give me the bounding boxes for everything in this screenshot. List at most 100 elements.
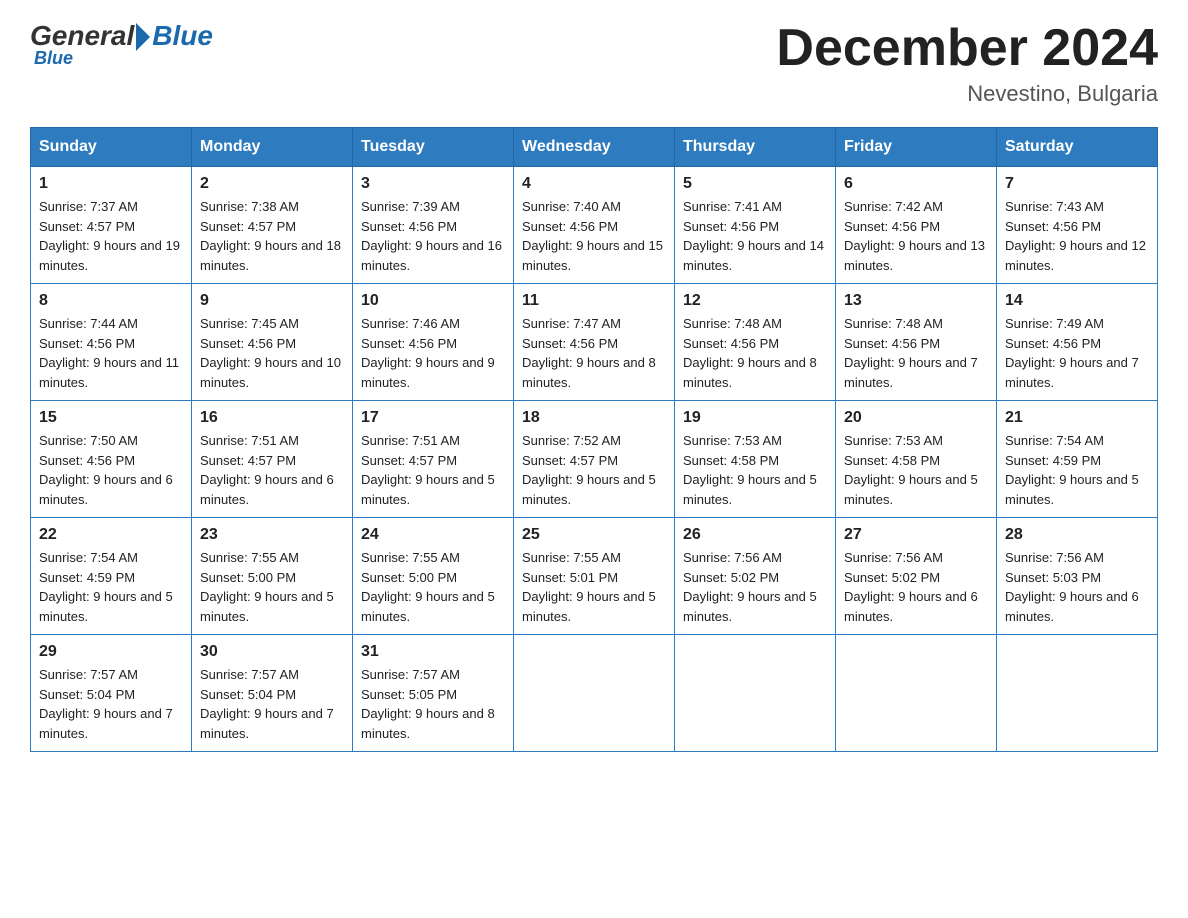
day-number: 14 [1005, 292, 1149, 310]
day-number: 10 [361, 292, 505, 310]
calendar-cell: 30 Sunrise: 7:57 AMSunset: 5:04 PMDayligh… [192, 635, 353, 752]
calendar-cell: 26Sunrise: 7:56 AMSunset: 5:02 PMDayligh… [675, 518, 836, 635]
day-info: Sunrise: 7:39 AMSunset: 4:56 PMDaylight:… [361, 197, 505, 275]
day-info: Sunrise: 7:48 AMSunset: 4:56 PMDaylight:… [844, 314, 988, 392]
day-info: Sunrise: 7:51 AMSunset: 4:57 PMDaylight:… [361, 431, 505, 509]
calendar-cell: 20Sunrise: 7:53 AMSunset: 4:58 PMDayligh… [836, 401, 997, 518]
calendar-week-row: 22 Sunrise: 7:54 AMSunset: 4:59 PMDayligh… [31, 518, 1158, 635]
calendar-cell [997, 635, 1158, 752]
day-number: 15 [39, 409, 183, 427]
calendar-cell: 4Sunrise: 7:40 AMSunset: 4:56 PMDaylight… [514, 167, 675, 284]
calendar-cell: 1 Sunrise: 7:37 AMSunset: 4:57 PMDaylight… [31, 167, 192, 284]
day-info: Sunrise: 7:45 AMSunset: 4:56 PMDaylight:… [200, 314, 344, 392]
day-number: 22 [39, 526, 183, 544]
day-info: Sunrise: 7:56 AMSunset: 5:03 PMDaylight:… [1005, 548, 1149, 626]
calendar-cell: 22 Sunrise: 7:54 AMSunset: 4:59 PMDayligh… [31, 518, 192, 635]
calendar-week-row: 1 Sunrise: 7:37 AMSunset: 4:57 PMDaylight… [31, 167, 1158, 284]
day-number: 3 [361, 175, 505, 193]
day-info: Sunrise: 7:48 AMSunset: 4:56 PMDaylight:… [683, 314, 827, 392]
calendar-cell: 10 Sunrise: 7:46 AMSunset: 4:56 PMDayligh… [353, 284, 514, 401]
day-info: Sunrise: 7:49 AMSunset: 4:56 PMDaylight:… [1005, 314, 1149, 392]
calendar-cell: 6 Sunrise: 7:42 AMSunset: 4:56 PMDaylight… [836, 167, 997, 284]
logo-bottom-text: Blue [30, 48, 73, 69]
day-info: Sunrise: 7:51 AMSunset: 4:57 PMDaylight:… [200, 431, 344, 509]
day-number: 2 [200, 175, 344, 193]
calendar-cell: 31 Sunrise: 7:57 AMSunset: 5:05 PMDayligh… [353, 635, 514, 752]
day-number: 9 [200, 292, 344, 310]
calendar-cell: 18 Sunrise: 7:52 AMSunset: 4:57 PMDayligh… [514, 401, 675, 518]
day-number: 31 [361, 643, 505, 661]
day-info: Sunrise: 7:52 AMSunset: 4:57 PMDaylight:… [522, 431, 666, 509]
logo: General Blue Blue [30, 20, 213, 69]
day-info: Sunrise: 7:57 AMSunset: 5:04 PMDaylight:… [39, 665, 183, 743]
day-info: Sunrise: 7:53 AMSunset: 4:58 PMDaylight:… [683, 431, 827, 509]
day-info: Sunrise: 7:55 AMSunset: 5:00 PMDaylight:… [200, 548, 344, 626]
calendar-cell [675, 635, 836, 752]
calendar-cell: 28 Sunrise: 7:56 AMSunset: 5:03 PMDayligh… [997, 518, 1158, 635]
day-number: 11 [522, 292, 666, 310]
day-info: Sunrise: 7:56 AMSunset: 5:02 PMDaylight:… [683, 548, 827, 626]
calendar-table: SundayMondayTuesdayWednesdayThursdayFrid… [30, 127, 1158, 752]
day-number: 18 [522, 409, 666, 427]
day-number: 13 [844, 292, 988, 310]
day-number: 19 [683, 409, 827, 427]
day-info: Sunrise: 7:53 AMSunset: 4:58 PMDaylight:… [844, 431, 988, 509]
day-number: 30 [200, 643, 344, 661]
day-number: 27 [844, 526, 988, 544]
calendar-week-row: 29 Sunrise: 7:57 AMSunset: 5:04 PMDayligh… [31, 635, 1158, 752]
calendar-title: December 2024 [776, 20, 1158, 77]
logo-arrow-icon [136, 23, 150, 51]
day-info: Sunrise: 7:42 AMSunset: 4:56 PMDaylight:… [844, 197, 988, 275]
day-number: 7 [1005, 175, 1149, 193]
calendar-cell: 15Sunrise: 7:50 AMSunset: 4:56 PMDayligh… [31, 401, 192, 518]
calendar-cell: 16 Sunrise: 7:51 AMSunset: 4:57 PMDayligh… [192, 401, 353, 518]
weekday-header: Tuesday [353, 128, 514, 167]
day-number: 16 [200, 409, 344, 427]
day-info: Sunrise: 7:55 AMSunset: 5:01 PMDaylight:… [522, 548, 666, 626]
day-number: 29 [39, 643, 183, 661]
day-number: 5 [683, 175, 827, 193]
title-block: December 2024 Nevestino, Bulgaria [776, 20, 1158, 107]
day-info: Sunrise: 7:57 AMSunset: 5:04 PMDaylight:… [200, 665, 344, 743]
calendar-cell: 19 Sunrise: 7:53 AMSunset: 4:58 PMDayligh… [675, 401, 836, 518]
day-info: Sunrise: 7:41 AMSunset: 4:56 PMDaylight:… [683, 197, 827, 275]
day-number: 28 [1005, 526, 1149, 544]
weekday-header: Sunday [31, 128, 192, 167]
calendar-cell: 29 Sunrise: 7:57 AMSunset: 5:04 PMDayligh… [31, 635, 192, 752]
calendar-cell: 9 Sunrise: 7:45 AMSunset: 4:56 PMDaylight… [192, 284, 353, 401]
logo-blue-text: Blue [152, 20, 213, 52]
day-number: 25 [522, 526, 666, 544]
day-number: 4 [522, 175, 666, 193]
day-info: Sunrise: 7:44 AMSunset: 4:56 PMDaylight:… [39, 314, 183, 392]
calendar-body: 1 Sunrise: 7:37 AMSunset: 4:57 PMDaylight… [31, 167, 1158, 752]
calendar-cell: 21Sunrise: 7:54 AMSunset: 4:59 PMDayligh… [997, 401, 1158, 518]
day-info: Sunrise: 7:43 AMSunset: 4:56 PMDaylight:… [1005, 197, 1149, 275]
calendar-cell: 3 Sunrise: 7:39 AMSunset: 4:56 PMDaylight… [353, 167, 514, 284]
weekday-header: Wednesday [514, 128, 675, 167]
calendar-header: SundayMondayTuesdayWednesdayThursdayFrid… [31, 128, 1158, 167]
day-info: Sunrise: 7:57 AMSunset: 5:05 PMDaylight:… [361, 665, 505, 743]
day-info: Sunrise: 7:47 AMSunset: 4:56 PMDaylight:… [522, 314, 666, 392]
day-number: 23 [200, 526, 344, 544]
calendar-cell: 23 Sunrise: 7:55 AMSunset: 5:00 PMDayligh… [192, 518, 353, 635]
day-info: Sunrise: 7:54 AMSunset: 4:59 PMDaylight:… [39, 548, 183, 626]
weekday-header: Friday [836, 128, 997, 167]
calendar-cell: 27Sunrise: 7:56 AMSunset: 5:02 PMDayligh… [836, 518, 997, 635]
calendar-cell: 24 Sunrise: 7:55 AMSunset: 5:00 PMDayligh… [353, 518, 514, 635]
page-header: General Blue Blue December 2024 Nevestin… [30, 20, 1158, 107]
day-number: 24 [361, 526, 505, 544]
day-number: 1 [39, 175, 183, 193]
day-number: 12 [683, 292, 827, 310]
day-number: 8 [39, 292, 183, 310]
day-number: 21 [1005, 409, 1149, 427]
calendar-cell: 14 Sunrise: 7:49 AMSunset: 4:56 PMDayligh… [997, 284, 1158, 401]
day-info: Sunrise: 7:37 AMSunset: 4:57 PMDaylight:… [39, 197, 183, 275]
day-info: Sunrise: 7:38 AMSunset: 4:57 PMDaylight:… [200, 197, 344, 275]
calendar-cell: 8 Sunrise: 7:44 AMSunset: 4:56 PMDaylight… [31, 284, 192, 401]
calendar-cell: 11 Sunrise: 7:47 AMSunset: 4:56 PMDayligh… [514, 284, 675, 401]
day-info: Sunrise: 7:55 AMSunset: 5:00 PMDaylight:… [361, 548, 505, 626]
day-number: 6 [844, 175, 988, 193]
day-number: 17 [361, 409, 505, 427]
day-info: Sunrise: 7:46 AMSunset: 4:56 PMDaylight:… [361, 314, 505, 392]
calendar-cell: 5 Sunrise: 7:41 AMSunset: 4:56 PMDaylight… [675, 167, 836, 284]
